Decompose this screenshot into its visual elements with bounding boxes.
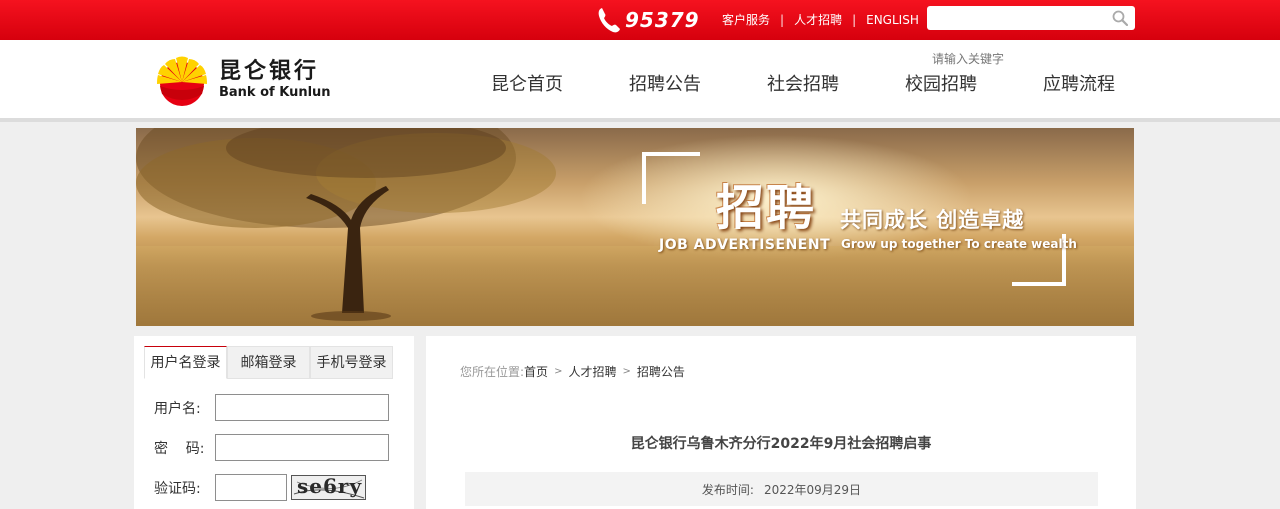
- english-link[interactable]: ENGLISH: [866, 13, 919, 27]
- recruitment-link[interactable]: 人才招聘: [794, 11, 842, 28]
- search-input[interactable]: [927, 6, 1103, 30]
- username-row: 用户名:: [154, 394, 389, 421]
- password-label: 密 码:: [154, 440, 205, 457]
- phone-icon: [598, 8, 620, 33]
- search-icon[interactable]: [1112, 10, 1128, 26]
- top-links: 客户服务 | 人才招聘 | ENGLISH: [722, 11, 919, 28]
- hotline: 95379: [596, 5, 700, 35]
- breadcrumb-arrow: >: [554, 366, 563, 377]
- logo-text-cn: 昆仑银行: [219, 59, 320, 84]
- breadcrumb-announcements[interactable]: 招聘公告: [637, 363, 685, 380]
- nav-announcements[interactable]: 招聘公告: [596, 70, 734, 96]
- captcha-code: se6ry: [297, 475, 363, 498]
- publish-date: 2022年09月29日: [763, 482, 862, 497]
- login-tabs: 用户名登录 邮箱登录 手机号登录: [144, 346, 393, 379]
- main-nav: 昆仑首页 招聘公告 社会招聘 校园招聘 应聘流程: [458, 70, 1148, 96]
- search-hint: 请输入关键字: [932, 52, 1005, 66]
- breadcrumb-prefix: 您所在位置:: [460, 365, 525, 379]
- breadcrumb-arrow: >: [622, 366, 631, 377]
- logo-text-en: Bank of Kunlun: [219, 85, 331, 100]
- login-panel: 用户名登录 邮箱登录 手机号登录 用户名: 密 码: 验证码: se6ry: [134, 336, 414, 509]
- banner-title: 招聘: [716, 180, 817, 236]
- captcha-image[interactable]: se6ry: [291, 475, 366, 500]
- breadcrumb-recruitment[interactable]: 人才招聘: [568, 363, 616, 380]
- tab-username-login[interactable]: 用户名登录: [144, 346, 227, 379]
- nav-application-process[interactable]: 应聘流程: [1010, 70, 1148, 96]
- nav-social-recruitment[interactable]: 社会招聘: [734, 70, 872, 96]
- search-box: [927, 6, 1135, 30]
- banner-english-title: JOB ADVERTISENENT: [659, 237, 831, 253]
- article-panel: 您所在位置: 首页 > 人才招聘 > 招聘公告 昆仑银行乌鲁木齐分行2022年9…: [426, 336, 1136, 509]
- nav-campus-recruitment[interactable]: 校园招聘: [872, 70, 1010, 96]
- recruitment-banner: 招聘 共同成长 创造卓越 JOB ADVERTISENENT Grow up t…: [136, 128, 1134, 326]
- username-label: 用户名:: [154, 400, 201, 417]
- logo[interactable]: 昆仑银行 Bank of Kunlun: [155, 54, 331, 106]
- top-bar: 95379 客户服务 | 人才招聘 | ENGLISH: [0, 0, 1280, 40]
- article-title: 昆仑银行乌鲁木齐分行2022年9月社会招聘启事: [630, 436, 932, 452]
- username-input[interactable]: [215, 394, 389, 421]
- password-row: 密 码:: [154, 434, 389, 461]
- publish-info-bar: 发布时间: 2022年09月29日: [465, 472, 1098, 506]
- separator: |: [852, 12, 857, 27]
- captcha-row: 验证码: se6ry: [154, 474, 366, 501]
- breadcrumb-home[interactable]: 首页: [524, 363, 548, 380]
- password-input[interactable]: [215, 434, 389, 461]
- tab-email-login[interactable]: 邮箱登录: [227, 346, 310, 379]
- site-header: 昆仑银行 Bank of Kunlun 请输入关键字 昆仑首页 招聘公告 社会招…: [0, 40, 1280, 122]
- nav-home[interactable]: 昆仑首页: [458, 70, 596, 96]
- captcha-label: 验证码:: [154, 480, 201, 497]
- banner-subtitle: 共同成长 创造卓越: [840, 208, 1025, 232]
- customer-service-link[interactable]: 客户服务: [722, 11, 770, 28]
- hotline-number: 95379: [625, 8, 700, 32]
- banner-frame-corner: [642, 152, 700, 204]
- separator: |: [780, 12, 785, 27]
- petrochina-flower-icon: [157, 56, 207, 106]
- captcha-input[interactable]: [215, 474, 287, 501]
- breadcrumb: 您所在位置: 首页 > 人才招聘 > 招聘公告: [460, 363, 685, 380]
- tab-phone-login[interactable]: 手机号登录: [310, 346, 393, 379]
- banner-english-slogan: Grow up together To create wealth: [841, 237, 1077, 251]
- publish-label: 发布时间:: [701, 482, 754, 497]
